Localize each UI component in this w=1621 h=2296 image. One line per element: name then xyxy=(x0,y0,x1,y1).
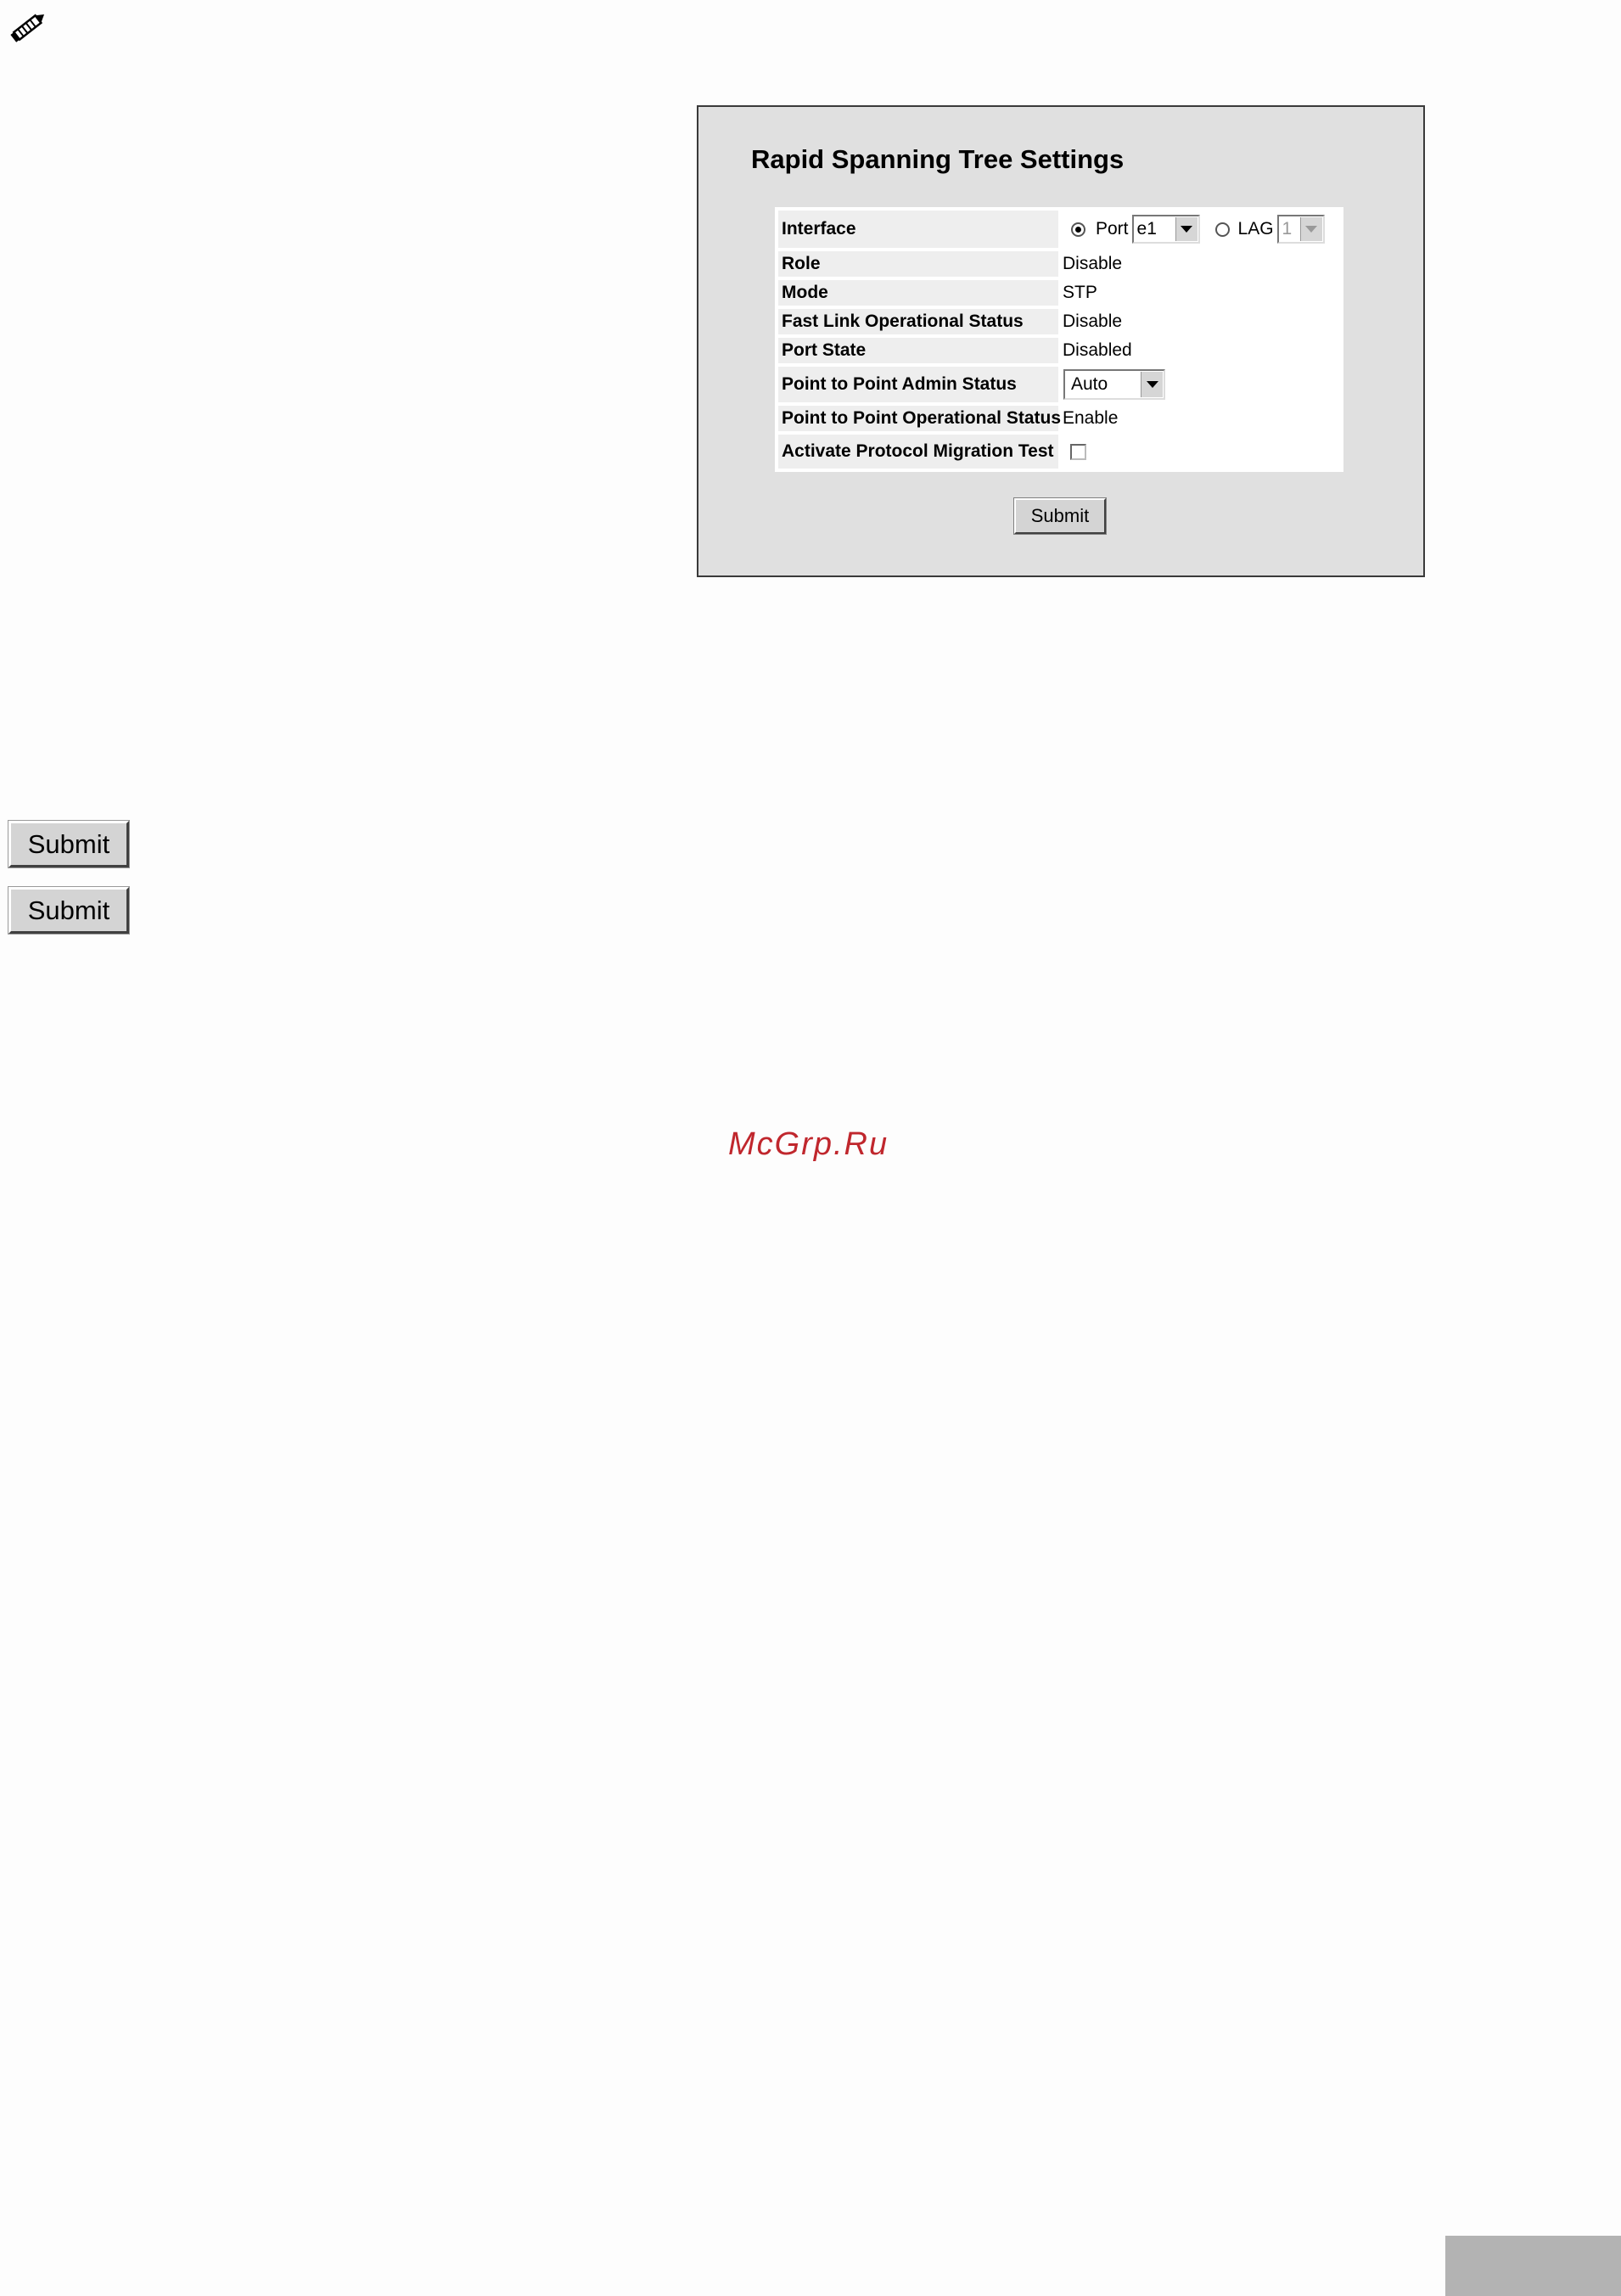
row-port-state: Port State Disabled xyxy=(777,336,1342,365)
lag-radio-label: LAG xyxy=(1237,219,1274,239)
port-state-label: Port State xyxy=(778,338,1058,363)
panel-title: Rapid Spanning Tree Settings xyxy=(751,144,1125,174)
migration-value xyxy=(1063,433,1340,470)
lag-select[interactable]: 1 xyxy=(1276,215,1325,244)
interface-value: Port e1 LAG 1 xyxy=(1063,209,1340,250)
watermark-text: McGrp.Ru xyxy=(728,1126,889,1162)
p2p-admin-select[interactable]: Auto xyxy=(1063,369,1165,400)
chevron-down-icon[interactable] xyxy=(1175,217,1198,241)
port-radio-label: Port xyxy=(1096,219,1129,239)
chevron-down-icon[interactable] xyxy=(1299,217,1322,241)
submit-button-2[interactable]: Submit xyxy=(8,886,130,935)
submit-button-1[interactable]: Submit xyxy=(8,820,130,868)
p2p-oper-value: Enable xyxy=(1063,408,1119,428)
port-select-value: e1 xyxy=(1136,219,1157,239)
migration-label: Activate Protocol Migration Test xyxy=(778,435,1058,469)
p2p-admin-select-value: Auto xyxy=(1071,374,1108,394)
port-radio[interactable] xyxy=(1071,222,1085,237)
row-p2p-admin: Point to Point Admin Status Auto xyxy=(777,365,1342,404)
row-mode: Mode STP xyxy=(777,278,1342,307)
role-value: Disable xyxy=(1063,254,1123,273)
page-corner-block xyxy=(1445,2236,1621,2296)
fast-link-label: Fast Link Operational Status xyxy=(778,309,1058,334)
row-fast-link: Fast Link Operational Status Disable xyxy=(777,307,1342,336)
p2p-oper-label: Point to Point Operational Status xyxy=(778,406,1061,431)
port-select[interactable]: e1 xyxy=(1131,215,1200,244)
role-label: Role xyxy=(778,251,1058,277)
fast-link-value: Disable xyxy=(1063,312,1123,331)
lag-select-value: 1 xyxy=(1282,219,1293,239)
row-p2p-oper: Point to Point Operational Status Enable xyxy=(777,404,1342,433)
lag-radio[interactable] xyxy=(1214,222,1230,237)
p2p-admin-value: Auto xyxy=(1063,365,1340,404)
row-interface: Interface Port e1 LAG 1 xyxy=(777,209,1342,250)
chevron-down-icon[interactable] xyxy=(1141,372,1163,397)
interface-label: Interface xyxy=(778,211,1058,248)
pencil-icon xyxy=(10,14,45,42)
mode-label: Mode xyxy=(778,280,1058,306)
migration-checkbox[interactable] xyxy=(1070,443,1086,460)
port-state-value: Disabled xyxy=(1063,340,1132,360)
p2p-admin-label: Point to Point Admin Status xyxy=(778,367,1058,402)
panel-submit-button[interactable]: Submit xyxy=(1013,497,1107,535)
settings-table: Interface Port e1 LAG 1 Role Disable Mod… xyxy=(775,207,1343,472)
row-role: Role Disable xyxy=(777,250,1342,278)
mode-value: STP xyxy=(1063,283,1097,302)
rstp-settings-panel: Rapid Spanning Tree Settings Interface P… xyxy=(697,105,1425,577)
row-migration: Activate Protocol Migration Test xyxy=(777,433,1342,470)
radio-selected-dot xyxy=(1075,226,1081,233)
